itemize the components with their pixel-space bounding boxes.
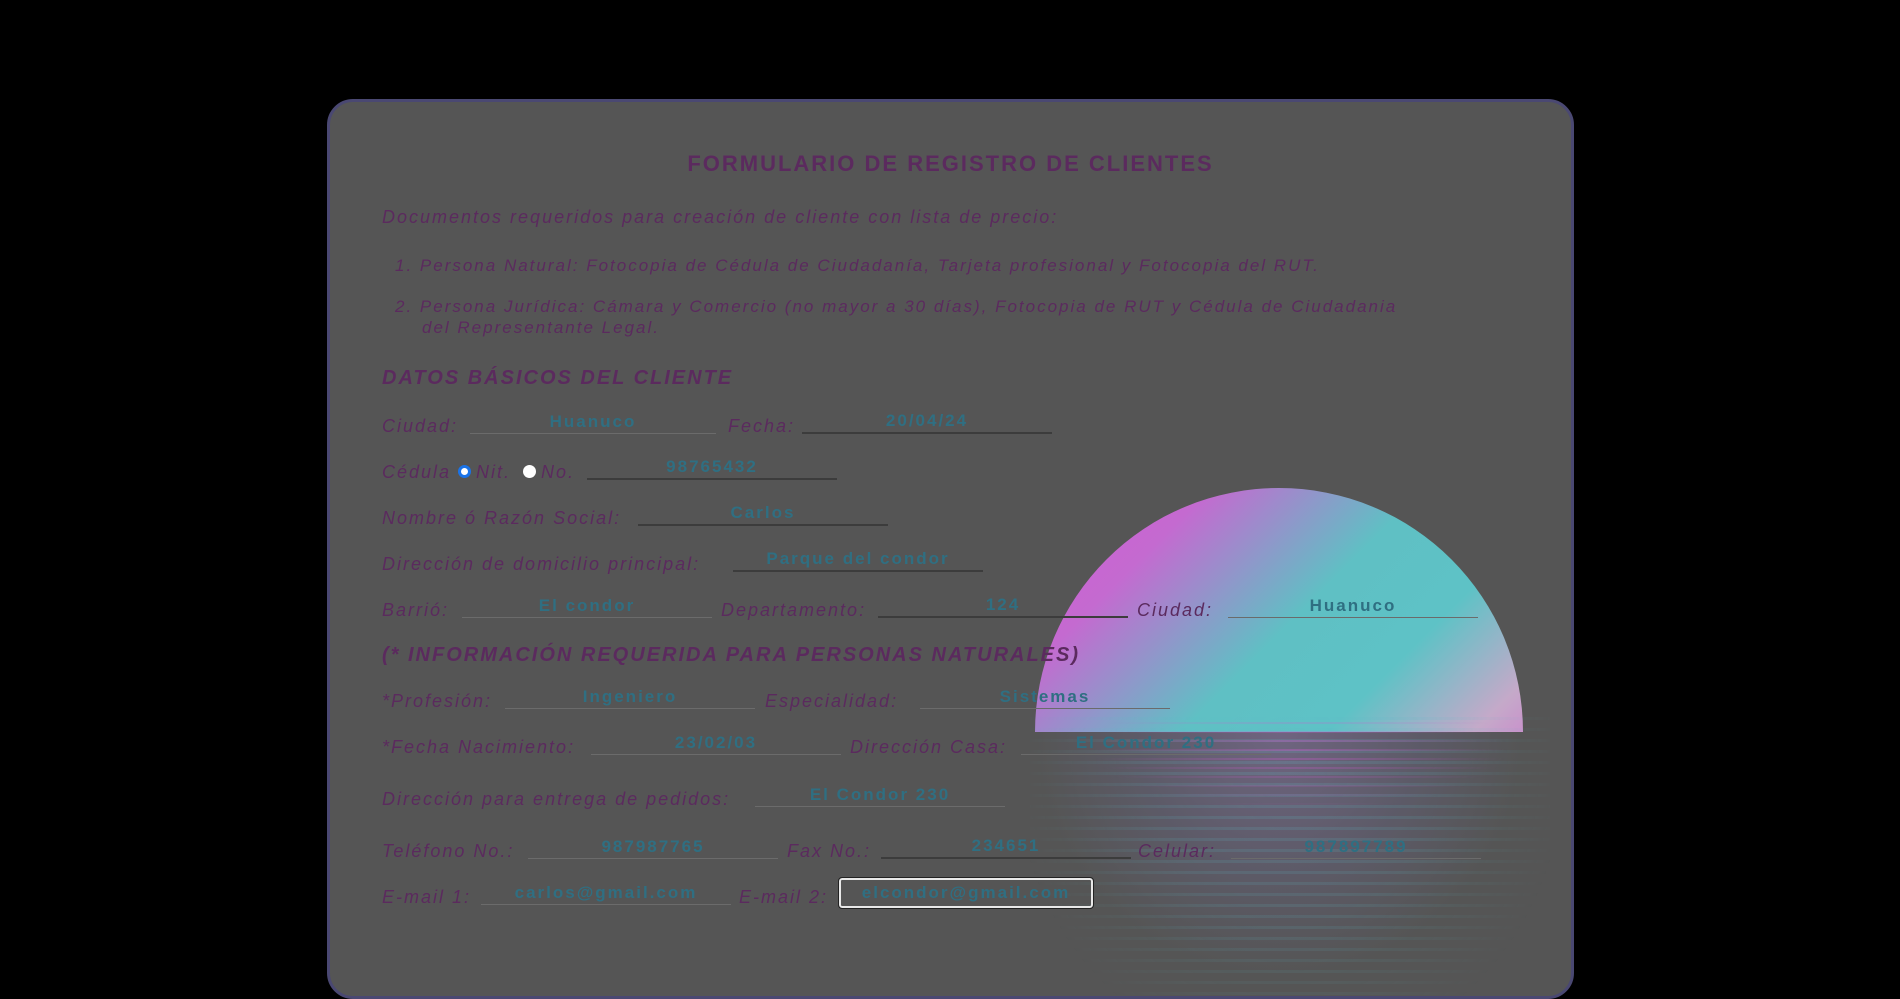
direccion-casa-input[interactable]: [1021, 731, 1271, 755]
nit-label: Nit.: [476, 462, 511, 482]
fecha-input[interactable]: [802, 410, 1052, 434]
ciudad-input[interactable]: [470, 410, 716, 434]
direccion-principal-label: Dirección de domicilio principal:: [382, 554, 701, 574]
nombre-label: Nombre ó Razón Social:: [382, 508, 622, 528]
ciudad-2-label: Ciudad:: [1137, 600, 1214, 620]
especialidad-label: Especialidad:: [765, 691, 899, 711]
ciudad-label: Ciudad:: [382, 416, 459, 436]
celular-input[interactable]: [1231, 835, 1481, 859]
requirement-juridica-continued: del Representante Legal.: [422, 318, 660, 337]
registration-form-card: FORMULARIO DE REGISTRO DE CLIENTES Docum…: [327, 99, 1574, 999]
profesion-label: *Profesión:: [382, 691, 493, 711]
email-2-label: E-mail 2:: [739, 887, 829, 907]
email-1-label: E-mail 1:: [382, 887, 472, 907]
numero-label: No.: [541, 462, 576, 482]
fax-label: Fax No.:: [787, 841, 872, 861]
nombre-input[interactable]: [638, 502, 888, 526]
telefono-label: Teléfono No.:: [382, 841, 515, 861]
direccion-pedidos-label: Dirección para entrega de pedidos:: [382, 789, 731, 809]
fax-input[interactable]: [881, 835, 1131, 859]
barrio-input[interactable]: [462, 594, 712, 618]
cedula-label: Cédula: [382, 462, 452, 482]
barrio-label: Barrió:: [382, 600, 450, 620]
departamento-label: Departamento:: [721, 600, 867, 620]
departamento-input[interactable]: [878, 594, 1128, 618]
fecha-nacimiento-input[interactable]: [591, 731, 841, 755]
direccion-pedidos-input[interactable]: [755, 783, 1005, 807]
requirements-intro: Documentos requeridos para creación de c…: [382, 207, 1059, 227]
fecha-label: Fecha:: [728, 416, 796, 436]
section-basic-data-heading: DATOS BÁSICOS DEL CLIENTE: [382, 367, 734, 389]
cedula-radio[interactable]: [458, 465, 471, 478]
numero-input[interactable]: [587, 456, 837, 480]
form-title: FORMULARIO DE REGISTRO DE CLIENTES: [687, 151, 1214, 176]
email-1-input[interactable]: [481, 881, 731, 905]
email-2-input[interactable]: [838, 877, 1094, 909]
direccion-principal-input[interactable]: [733, 548, 983, 572]
requirement-juridica: 2. Persona Jurídica: Cámara y Comercio (…: [395, 297, 1398, 316]
fecha-nacimiento-label: *Fecha Nacimiento:: [382, 737, 576, 757]
section-natural-heading: (* INFORMACIÓN REQUERIDA PARA PERSONAS N…: [382, 644, 1081, 666]
requirement-natural: 1. Persona Natural: Fotocopia de Cédula …: [395, 256, 1320, 275]
ciudad-2-input[interactable]: [1228, 594, 1478, 618]
celular-label: Celular:: [1138, 841, 1217, 861]
telefono-input[interactable]: [528, 835, 778, 859]
profesion-input[interactable]: [505, 685, 755, 709]
especialidad-input[interactable]: [920, 685, 1170, 709]
direccion-casa-label: Dirección Casa:: [850, 737, 1008, 757]
nit-radio[interactable]: [523, 465, 536, 478]
